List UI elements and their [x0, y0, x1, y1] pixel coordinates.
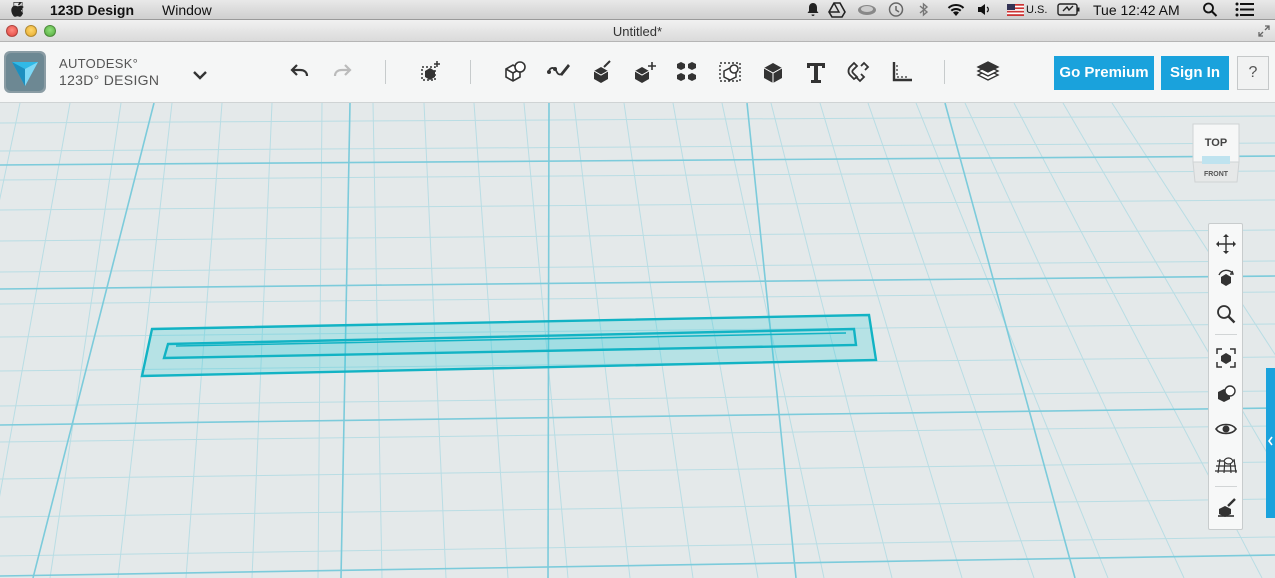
construct-tool[interactable] [586, 56, 618, 88]
workplane-grid [0, 103, 1275, 578]
grid-button[interactable] [1214, 452, 1238, 476]
go-premium-button[interactable]: Go Premium [1054, 56, 1154, 90]
time-machine-icon[interactable] [887, 1, 905, 18]
cloud-icon[interactable] [856, 1, 878, 18]
app-menu[interactable]: 123D Design [50, 2, 134, 18]
magnifier-icon [1217, 305, 1236, 324]
brand-autodesk: AUTODESK° [59, 56, 139, 71]
window-title-bar: Untitled* [0, 20, 1275, 42]
view-mode-button[interactable] [1214, 382, 1238, 406]
sign-in-button[interactable]: Sign In [1161, 56, 1229, 90]
pan-icon [1216, 234, 1236, 254]
visibility-button[interactable] [1214, 417, 1238, 441]
construct-icon [593, 60, 611, 83]
nav-divider [1215, 334, 1237, 335]
chevron-down-icon[interactable] [188, 64, 212, 84]
pan-button[interactable] [1214, 232, 1238, 256]
spotlight-icon[interactable] [1201, 1, 1219, 18]
undo-button[interactable] [284, 56, 316, 88]
grouping-tool[interactable] [715, 56, 747, 88]
measure-tool[interactable] [886, 56, 918, 88]
zoom-button[interactable] [1214, 302, 1238, 326]
window-title: Untitled* [612, 24, 663, 39]
grid-icon [1215, 457, 1237, 474]
snap-tool[interactable] [843, 56, 875, 88]
navigation-bar [1208, 223, 1243, 530]
sketch-icon [547, 64, 570, 76]
menu-clock[interactable]: Tue 12:42 AM [1093, 2, 1180, 18]
view-cube-top-label[interactable]: TOP [1205, 137, 1227, 149]
layers-icon [976, 61, 1000, 81]
main-toolbar: AUTODESK° 123D° DESIGN Go Premium Sign I… [0, 42, 1275, 103]
drive-icon[interactable] [828, 1, 846, 18]
help-button[interactable]: ? [1237, 56, 1269, 90]
bluetooth-icon[interactable] [918, 1, 930, 18]
pattern-icon [677, 62, 696, 81]
battery-icon[interactable] [1057, 1, 1081, 18]
orbit-button[interactable] [1214, 267, 1238, 291]
toolbar-divider [385, 60, 386, 84]
wifi-icon[interactable] [945, 1, 967, 18]
text-icon [807, 63, 825, 83]
combine-tool[interactable] [757, 56, 789, 88]
fit-icon [1216, 348, 1236, 368]
view-cube-front-label[interactable]: FRONT [1204, 171, 1229, 178]
combine-icon [763, 63, 783, 83]
mac-menu-bar:  123D Design Window U.S. Tue 12:42 AM [0, 0, 1275, 20]
sketch-tool[interactable] [542, 56, 574, 88]
settings-icon [1218, 498, 1236, 517]
modify-icon [634, 62, 656, 83]
fit-button[interactable] [1214, 346, 1238, 370]
pattern-tool[interactable] [671, 56, 703, 88]
magnet-icon [847, 61, 870, 83]
side-panel-tab[interactable] [1266, 368, 1275, 518]
orbit-icon [1218, 269, 1234, 286]
redo-icon [333, 64, 352, 77]
sketch-profile[interactable] [140, 313, 878, 378]
brand-product: 123D° DESIGN [59, 72, 160, 88]
undo-icon [290, 64, 309, 77]
grouping-icon [719, 62, 741, 82]
apple-icon[interactable] [11, 1, 27, 18]
app-logo [4, 51, 46, 93]
ruler-icon [892, 62, 912, 82]
redo-button[interactable] [326, 56, 358, 88]
toolbar-divider [470, 60, 471, 84]
notification-icon[interactable] [804, 1, 822, 18]
modify-tool[interactable] [629, 56, 661, 88]
notification-center-icon[interactable] [1234, 1, 1256, 18]
material-tool[interactable] [972, 56, 1004, 88]
volume-icon[interactable] [975, 1, 993, 18]
view-cube[interactable]: TOP FRONT [1190, 122, 1242, 184]
flag-us-icon [1007, 4, 1024, 16]
fullscreen-icon[interactable] [1258, 25, 1270, 37]
eye-icon [1215, 423, 1237, 435]
3d-viewport[interactable] [0, 103, 1275, 578]
transform-tool[interactable] [414, 56, 446, 88]
chevron-left-icon [1268, 436, 1273, 446]
nav-divider [1215, 486, 1237, 487]
text-tool[interactable] [800, 56, 832, 88]
primitives-tool[interactable] [498, 56, 530, 88]
materials-icon [1218, 385, 1236, 402]
snap-settings-button[interactable] [1214, 496, 1238, 520]
window-menu[interactable]: Window [162, 2, 212, 18]
primitives-icon [505, 61, 526, 82]
transform-icon [421, 61, 440, 81]
input-source-label[interactable]: U.S. [1026, 4, 1047, 16]
toolbar-divider [944, 60, 945, 84]
